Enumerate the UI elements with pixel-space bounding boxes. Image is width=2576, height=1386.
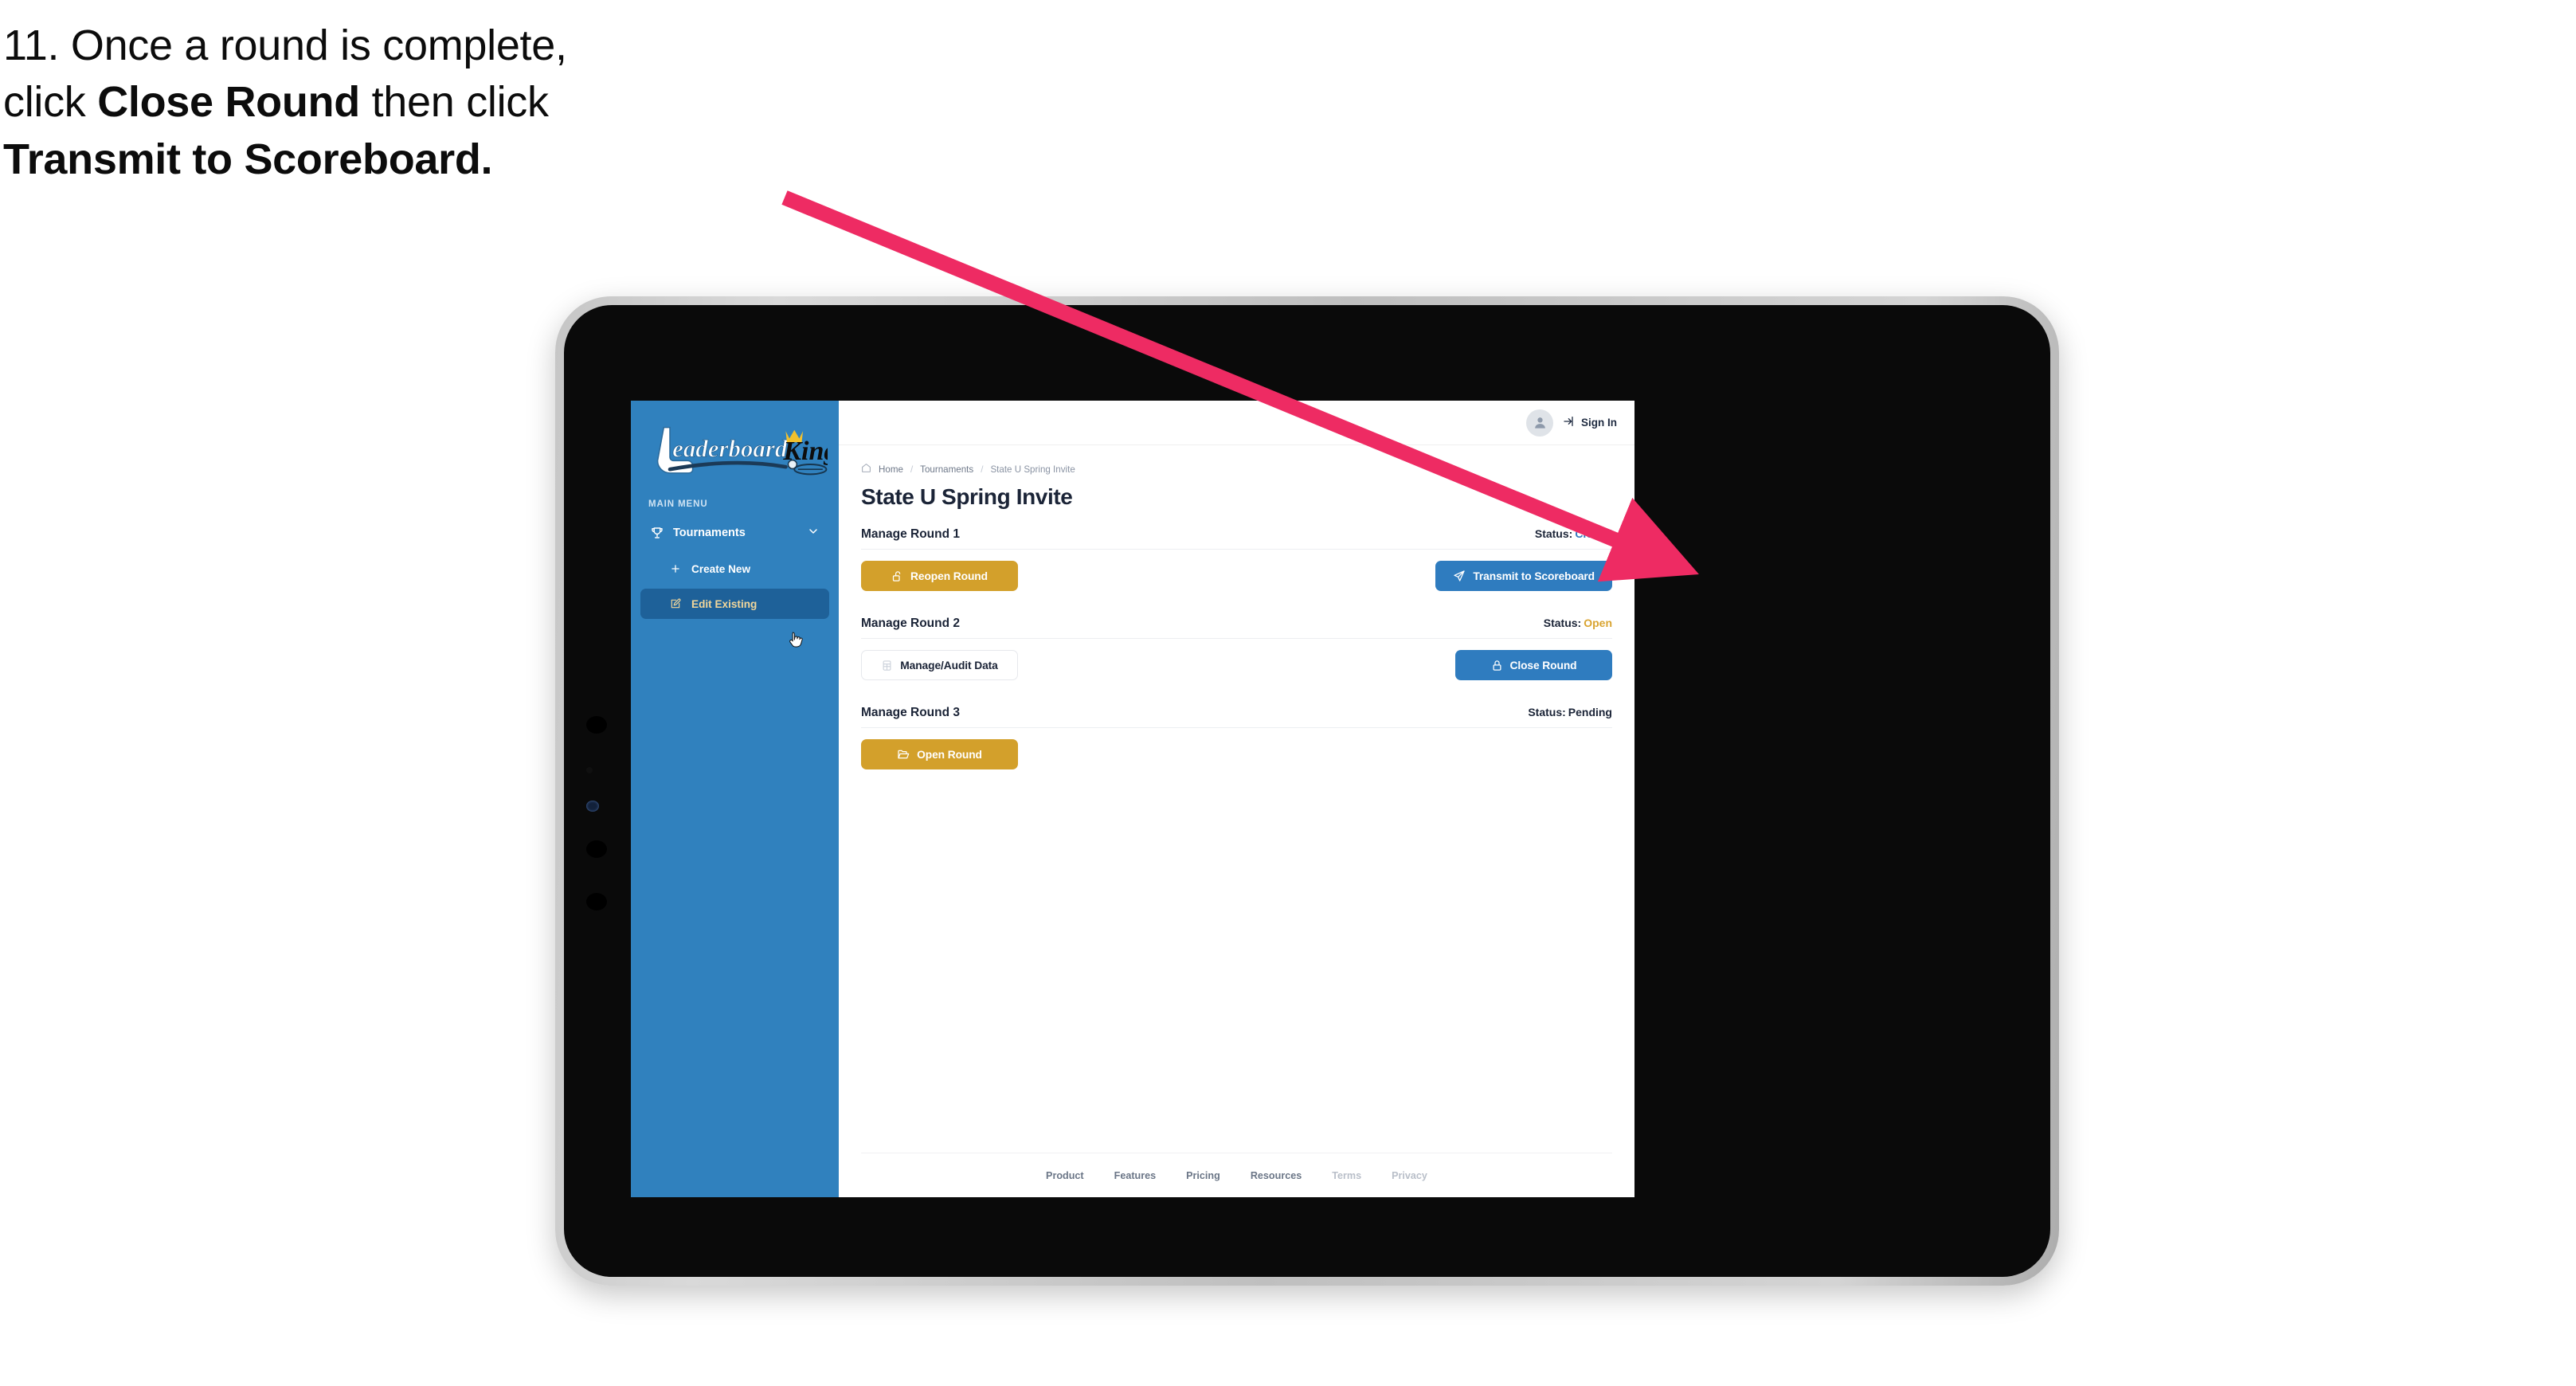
status-label: Status: (1534, 527, 1573, 540)
lock-icon (1491, 660, 1503, 671)
status-value: Pending (1568, 706, 1612, 718)
breadcrumb-item-current: State U Spring Invite (990, 464, 1075, 475)
sign-in-button[interactable]: Sign In (1563, 415, 1617, 430)
screenshot-stage: 11. Once a round is complete, click Clos… (0, 0, 2576, 1386)
device-sensor-dot (586, 893, 607, 910)
avatar[interactable] (1526, 409, 1553, 437)
status-badge: Status: Open (1544, 617, 1612, 629)
browser-viewport: eaderboard King MAIN MENU (631, 401, 1634, 1197)
round-name: Manage Round 2 (861, 617, 961, 630)
caption-line-2-suffix: then click (359, 78, 549, 127)
reopen-round-label: Reopen Round (910, 570, 988, 582)
caption-line-1: 11. Once a round is complete, (3, 22, 567, 69)
caption-line-3: Transmit to Scoreboard. (3, 131, 848, 188)
footer-link-pricing[interactable]: Pricing (1186, 1170, 1220, 1181)
round-actions: Reopen Round Transmit to Scoreboard (861, 561, 1612, 591)
footer-link-product[interactable]: Product (1046, 1170, 1084, 1181)
footer-link-terms[interactable]: Terms (1332, 1170, 1361, 1181)
open-round-label: Open Round (917, 748, 982, 761)
plus-icon (667, 562, 683, 576)
unlock-icon (891, 570, 903, 582)
manage-audit-data-button[interactable]: Manage/Audit Data (861, 650, 1018, 680)
manage-audit-data-label: Manage/Audit Data (900, 659, 998, 671)
tablet-bezel: eaderboard King MAIN MENU (564, 305, 2050, 1277)
top-bar: Sign In (839, 401, 1634, 445)
home-icon[interactable] (861, 463, 871, 476)
caption-line-2-prefix: click (3, 78, 98, 127)
open-round-button[interactable]: Open Round (861, 739, 1018, 769)
transmit-to-scoreboard-label: Transmit to Scoreboard (1473, 570, 1595, 582)
sidebar-item-edit-existing[interactable]: Edit Existing (640, 589, 829, 619)
main-content: Sign In Home / Tournaments / State U Spr… (839, 401, 1634, 1197)
footer-link-privacy[interactable]: Privacy (1392, 1170, 1427, 1181)
user-icon (1534, 417, 1545, 429)
page-content: Home / Tournaments / State U Spring Invi… (839, 445, 1634, 1153)
round-header: Manage Round 3 Status: Pending (861, 706, 1612, 728)
sidebar-section-label: MAIN MENU (648, 499, 708, 509)
round-name: Manage Round 3 (861, 706, 961, 719)
paper-plane-icon (1453, 570, 1466, 582)
edit-square-icon (667, 597, 683, 611)
round-header: Manage Round 2 Status: Open (861, 617, 1612, 639)
sign-in-arrow-icon (1563, 415, 1576, 430)
round-actions: Manage/Audit Data Close Round (861, 650, 1612, 680)
device-sensor-dot (586, 767, 593, 773)
mouse-cursor-pointing-hand (789, 632, 803, 648)
close-round-button[interactable]: Close Round (1455, 650, 1612, 680)
app-logo[interactable]: eaderboard King (631, 412, 839, 485)
close-round-label: Close Round (1509, 659, 1577, 671)
sidebar-item-create-new-label: Create New (691, 562, 751, 575)
sign-in-label: Sign In (1581, 417, 1617, 429)
status-label: Status: (1528, 706, 1566, 718)
trophy-icon (648, 525, 666, 541)
round-actions: Open Round (861, 739, 1612, 769)
device-sensor-dot (586, 840, 607, 858)
sidebar-item-tournaments[interactable]: Tournaments (640, 517, 829, 549)
reopen-round-button[interactable]: Reopen Round (861, 561, 1018, 591)
breadcrumb: Home / Tournaments / State U Spring Invi… (861, 463, 1612, 476)
page-title: State U Spring Invite (861, 484, 1073, 509)
open-folder-icon (897, 748, 910, 761)
status-label: Status: (1543, 617, 1582, 629)
caption-bold-transmit: Transmit to Scoreboard. (3, 135, 493, 183)
chevron-down-icon[interactable] (807, 525, 820, 541)
instruction-caption: 11. Once a round is complete, click Clos… (3, 18, 848, 188)
leaderboard-king-logo-icon: eaderboard King (656, 426, 828, 476)
transmit-to-scoreboard-button[interactable]: Transmit to Scoreboard (1435, 561, 1612, 591)
status-badge: Status: Pending (1528, 706, 1612, 718)
sidebar-item-edit-existing-label: Edit Existing (691, 597, 758, 610)
breadcrumb-separator: / (910, 464, 914, 475)
sidebar-item-create-new[interactable]: Create New (640, 554, 829, 584)
footer-link-resources[interactable]: Resources (1251, 1170, 1302, 1181)
breadcrumb-item-tournaments[interactable]: Tournaments (920, 464, 973, 475)
footer-nav: Product Features Pricing Resources Terms… (861, 1153, 1612, 1197)
table-grid-icon (881, 660, 893, 671)
status-badge: Status: Closed (1535, 527, 1612, 540)
svg-text:eaderboard: eaderboard (672, 435, 788, 463)
device-camera-icon (586, 801, 599, 812)
round-block-2: Manage Round 2 Status: Open Manage/Audit… (861, 617, 1612, 680)
breadcrumb-item-home[interactable]: Home (879, 464, 903, 475)
round-header: Manage Round 1 Status: Closed (861, 527, 1612, 550)
round-block-3: Manage Round 3 Status: Pending Open Roun… (861, 706, 1612, 769)
device-sensor-dot (586, 716, 607, 734)
tablet-device: eaderboard King MAIN MENU (555, 296, 2059, 1286)
status-value: Open (1584, 617, 1612, 629)
caption-line-2: click Close Round then click (3, 74, 848, 131)
caption-bold-close-round: Close Round (97, 78, 360, 127)
status-value: Closed (1575, 527, 1612, 540)
round-name: Manage Round 1 (861, 527, 961, 541)
round-block-1: Manage Round 1 Status: Closed Reopen Rou… (861, 527, 1612, 591)
footer-link-features[interactable]: Features (1114, 1170, 1157, 1181)
sidebar: eaderboard King MAIN MENU (631, 401, 839, 1197)
breadcrumb-separator: / (981, 464, 984, 475)
sidebar-item-tournaments-label: Tournaments (673, 527, 746, 539)
